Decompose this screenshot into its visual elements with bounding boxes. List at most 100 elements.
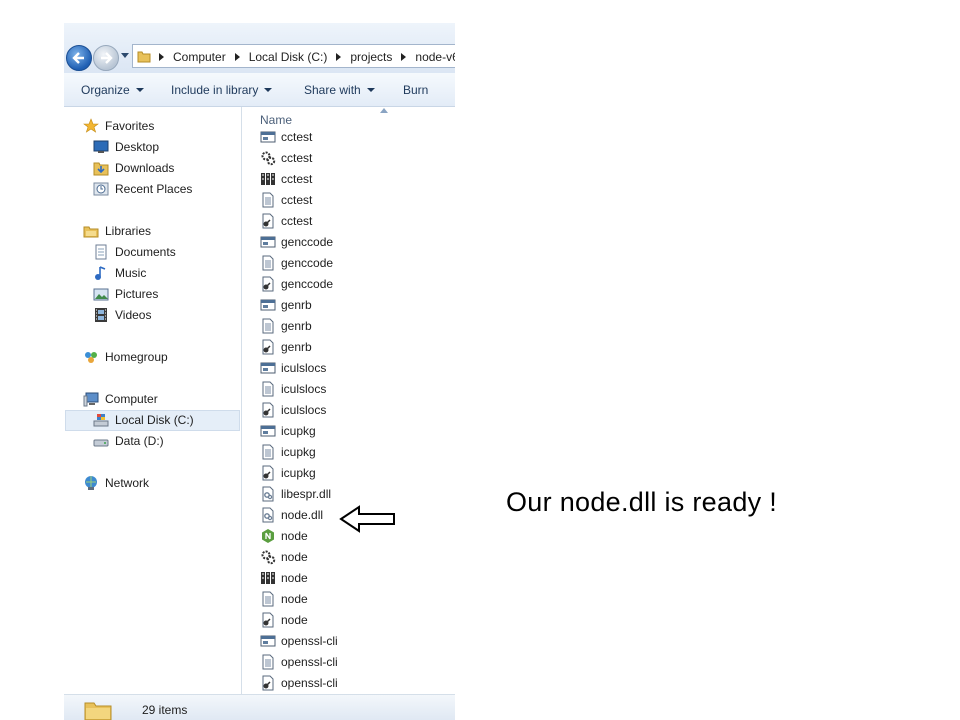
file-row[interactable]: cctest: [260, 211, 312, 231]
text-file-icon: [260, 444, 281, 460]
file-name: openssl-cli: [281, 655, 338, 669]
gear-file-icon: [260, 549, 281, 565]
forward-button[interactable]: [93, 45, 119, 71]
nav-recent-places-label: Recent Places: [115, 182, 193, 196]
nav-desktop[interactable]: Desktop: [93, 137, 159, 157]
file-row[interactable]: openssl-cli: [260, 673, 338, 693]
file-row[interactable]: openssl-cli: [260, 652, 338, 672]
file-row[interactable]: iculslocs: [260, 358, 326, 378]
file-name: node: [281, 529, 308, 543]
pdb-file-icon: [260, 213, 281, 229]
arrow-pointer-icon: [339, 505, 395, 533]
nav-libraries[interactable]: Libraries: [83, 221, 151, 241]
nav-documents-label: Documents: [115, 245, 176, 259]
nav-music[interactable]: Music: [93, 263, 146, 283]
downloads-folder-icon: [93, 162, 109, 176]
text-file-icon: [260, 381, 281, 397]
nav-data-drive[interactable]: Data (D:): [93, 431, 164, 451]
breadcrumb-separator-icon[interactable]: [336, 53, 342, 61]
nav-homegroup[interactable]: Homegroup: [83, 347, 168, 367]
share-with-menu[interactable]: Share with: [304, 83, 375, 97]
exe-window-icon: [260, 129, 281, 145]
nav-local-disk[interactable]: Local Disk (C:): [93, 410, 194, 430]
text-file-icon: [260, 654, 281, 670]
gear-file-icon: [260, 150, 281, 166]
file-row[interactable]: cctest: [260, 148, 312, 168]
file-row[interactable]: genrb: [260, 316, 312, 336]
file-row[interactable]: icupkg: [260, 421, 316, 441]
file-row[interactable]: node: [260, 547, 308, 567]
file-row[interactable]: node: [260, 568, 308, 588]
file-name: icupkg: [281, 445, 316, 459]
file-name: genccode: [281, 235, 334, 249]
organize-menu[interactable]: Organize: [81, 83, 144, 97]
file-row[interactable]: genccode: [260, 274, 333, 294]
nav-recent-places[interactable]: Recent Places: [93, 179, 192, 199]
file-name: genccode: [281, 277, 334, 291]
file-row[interactable]: libespr.dll: [260, 484, 331, 504]
star-icon: [83, 118, 99, 133]
file-row[interactable]: node: [260, 589, 308, 609]
file-name: icupkg: [281, 424, 316, 438]
file-row[interactable]: cctest: [260, 190, 312, 210]
file-name: cctest: [281, 214, 313, 228]
nav-favorites[interactable]: Favorites: [83, 116, 154, 136]
pdb-file-icon: [260, 465, 281, 481]
command-bar: Organize Include in library Share with B…: [64, 73, 455, 107]
exe-window-icon: [260, 297, 281, 313]
nav-videos[interactable]: Videos: [93, 305, 151, 325]
file-name: node: [281, 592, 308, 606]
file-row[interactable]: genccode: [260, 253, 333, 273]
nav-downloads[interactable]: Downloads: [93, 158, 174, 178]
file-row[interactable]: cctest: [260, 169, 312, 189]
back-button[interactable]: [66, 45, 92, 71]
text-file-icon: [260, 255, 281, 271]
desktop-icon: [93, 140, 109, 153]
library-file-icon: [260, 171, 281, 187]
file-row[interactable]: genrb: [260, 295, 312, 315]
breadcrumb-separator-icon[interactable]: [401, 53, 407, 61]
file-row[interactable]: openssl-cli: [260, 631, 338, 651]
file-row[interactable]: node: [260, 526, 308, 546]
annotation-caption: Our node.dll is ready !: [506, 487, 778, 517]
item-count: 29 items: [142, 703, 188, 717]
nav-documents[interactable]: Documents: [93, 242, 176, 262]
film-strip-icon: [95, 308, 107, 322]
file-row[interactable]: iculslocs: [260, 400, 326, 420]
file-row[interactable]: cctest: [260, 127, 312, 147]
file-row[interactable]: iculslocs: [260, 379, 326, 399]
share-with-label: Share with: [304, 83, 361, 97]
file-row[interactable]: genrb: [260, 337, 312, 357]
file-row[interactable]: icupkg: [260, 463, 316, 483]
exe-window-icon: [260, 633, 281, 649]
library-file-icon: [260, 570, 281, 586]
nav-local-disk-label: Local Disk (C:): [115, 413, 194, 427]
breadcrumb-separator-icon[interactable]: [234, 53, 240, 61]
sort-ascending-icon: [380, 108, 388, 113]
file-row[interactable]: genccode: [260, 232, 333, 252]
nav-network-label: Network: [105, 476, 150, 490]
file-row[interactable]: node.dll: [260, 505, 323, 525]
address-bar[interactable]: Computer Local Disk (C:) projects node-v…: [132, 44, 455, 68]
breadcrumb-local-disk[interactable]: Local Disk (C:): [249, 50, 328, 64]
nav-computer[interactable]: Computer: [83, 389, 158, 409]
burn-button[interactable]: Burn: [403, 83, 428, 97]
file-name: cctest: [281, 172, 313, 186]
nav-pictures[interactable]: Pictures: [93, 284, 158, 304]
breadcrumb-node-folder[interactable]: node-v6: [415, 50, 455, 64]
breadcrumb-projects[interactable]: projects: [350, 50, 392, 64]
recent-pages-dropdown-icon[interactable]: [121, 53, 129, 59]
file-name: genrb: [281, 319, 312, 333]
column-header-name[interactable]: Name: [260, 113, 292, 127]
file-row[interactable]: icupkg: [260, 442, 316, 462]
file-list: Name cctest cctest cctest cctest cctest gencc…: [242, 107, 455, 694]
file-row[interactable]: node: [260, 610, 308, 630]
pdb-file-icon: [260, 612, 281, 628]
breadcrumb-computer[interactable]: Computer: [173, 50, 226, 64]
include-in-library-menu[interactable]: Include in library: [171, 83, 273, 97]
system-drive-icon: [93, 414, 109, 427]
nav-network[interactable]: Network: [83, 473, 149, 493]
file-name: genrb: [281, 340, 312, 354]
breadcrumb-separator-icon[interactable]: [159, 53, 164, 61]
homegroup-icon: [85, 352, 97, 363]
